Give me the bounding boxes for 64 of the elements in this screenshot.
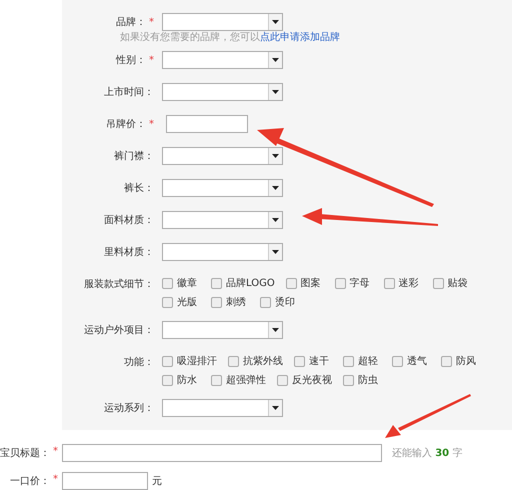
checkbox[interactable] bbox=[384, 278, 395, 288]
checkbox[interactable] bbox=[294, 356, 305, 366]
field-label: 运动系列： bbox=[104, 402, 154, 415]
field-label: 上市时间： bbox=[104, 86, 154, 99]
checkbox[interactable] bbox=[441, 356, 452, 366]
checkbox-label: 贴袋 bbox=[448, 276, 468, 290]
price-input-field[interactable] bbox=[62, 472, 148, 490]
field-label: 裤门襟： bbox=[114, 150, 154, 163]
checkbox-label: 迷彩 bbox=[398, 276, 419, 290]
field-label: 服装款式细节： bbox=[84, 278, 154, 291]
checkbox-label: 防风 bbox=[456, 354, 476, 368]
checkbox-label: 品牌LOGO bbox=[226, 277, 275, 290]
field-label: 吊牌价： bbox=[106, 118, 146, 131]
input-field[interactable] bbox=[166, 115, 248, 133]
checkbox-label: 速干 bbox=[309, 354, 329, 368]
checkbox-label: 透气 bbox=[407, 354, 427, 368]
checkbox[interactable] bbox=[162, 278, 173, 288]
checkbox-label: 吸湿排汗 bbox=[177, 354, 217, 368]
checkbox-label: 徽章 bbox=[177, 276, 197, 290]
checkbox[interactable] bbox=[277, 374, 288, 386]
required-mark: * bbox=[149, 16, 154, 28]
checkbox-label: 字母 bbox=[350, 276, 370, 290]
character-counter: 还能输入 30 字 bbox=[392, 446, 462, 460]
field-label: 功能： bbox=[124, 356, 154, 369]
checkbox-label: 光版 bbox=[177, 296, 197, 309]
checkbox[interactable] bbox=[343, 374, 354, 386]
checkbox-label: 抗紫外线 bbox=[243, 354, 283, 368]
field-label: 性别： bbox=[116, 54, 146, 67]
checkbox[interactable] bbox=[211, 296, 222, 308]
field-label: 裤长： bbox=[124, 182, 154, 195]
checkbox[interactable] bbox=[211, 278, 222, 288]
checkbox[interactable] bbox=[432, 278, 444, 288]
checkbox[interactable] bbox=[162, 296, 173, 308]
field-label: 运动户外项目： bbox=[84, 324, 154, 337]
required-mark: * bbox=[53, 446, 58, 459]
checkbox-label: 刺绣 bbox=[226, 296, 246, 309]
checkbox[interactable] bbox=[286, 278, 297, 288]
checkbox[interactable] bbox=[211, 374, 222, 386]
field-label: 一口价： bbox=[10, 475, 50, 488]
checkbox[interactable] bbox=[260, 296, 271, 308]
checkbox[interactable] bbox=[392, 356, 403, 366]
checkbox-label: 烫印 bbox=[275, 296, 295, 309]
checkbox[interactable] bbox=[228, 356, 239, 366]
field-label: 里料材质： bbox=[104, 246, 154, 259]
checkbox-label: 超轻 bbox=[358, 354, 378, 368]
required-mark: * bbox=[149, 54, 154, 66]
checkbox-label: 超强弹性 bbox=[226, 374, 266, 387]
checkbox-label: 防虫 bbox=[358, 374, 378, 387]
checkbox[interactable] bbox=[343, 356, 354, 366]
brand-hint: 如果没有您需要的品牌，您可以 bbox=[120, 32, 260, 43]
checkbox-label: 图案 bbox=[300, 276, 321, 290]
checkbox-label: 防水 bbox=[177, 374, 197, 387]
checkbox[interactable] bbox=[162, 374, 173, 386]
required-mark: * bbox=[149, 118, 154, 130]
add-brand-link[interactable]: 点此申请添加品牌 bbox=[260, 32, 340, 43]
field-label: 宝贝标题： bbox=[0, 446, 50, 460]
checkbox[interactable] bbox=[334, 278, 346, 288]
currency-unit: 元 bbox=[152, 475, 162, 488]
field-label: 面料材质： bbox=[104, 214, 154, 227]
field-label: 品牌： bbox=[116, 16, 146, 29]
checkbox[interactable] bbox=[162, 356, 173, 366]
checkbox-label: 反光夜视 bbox=[292, 374, 332, 387]
required-mark: * bbox=[53, 474, 58, 487]
title-input-field[interactable] bbox=[62, 444, 382, 462]
